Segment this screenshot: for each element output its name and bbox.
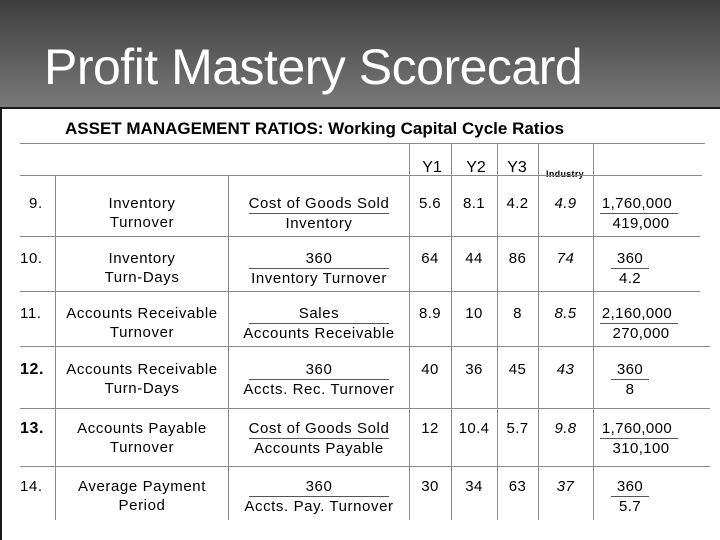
ratio-name-line2: Turn-Days [104,269,180,286]
value-y1: 30 [421,478,439,495]
ratio-name-line1: Accounts Receivable [66,305,218,322]
formula-denominator: Accts. Pay. Turnover [244,498,394,515]
value-industry: 4.9 [554,195,577,212]
value-y3: 86 [508,250,527,267]
calculation-fraction: 1,760,000 310,100 [592,419,682,458]
value-industry: 8.5 [554,305,577,322]
table-row-divider [20,175,702,176]
table-row-divider [20,291,700,292]
calculation-fraction: 360 4.2 [598,249,662,288]
table-row-divider [20,236,700,237]
ratio-name-line2: Period [118,497,166,514]
calc-numerator: 2,160,000 [601,305,673,322]
value-y2: 10.4 [458,420,490,437]
ratio-name-line2: Turn-Days [104,380,180,397]
ratio-name-line2: Turnover [109,214,175,231]
value-y1: 8.9 [418,305,442,322]
calc-denominator: 310,100 [612,440,670,457]
calc-denominator: 419,000 [612,215,670,232]
table-row-divider [20,143,705,144]
left-border [0,107,2,540]
formula-fraction: Cost of Goods Sold Accounts Payable [229,419,409,458]
ratio-name-line1: Inventory [108,250,176,267]
value-y1: 40 [421,361,439,378]
row-number: 10. [20,250,43,267]
calc-numerator: 360 [616,361,644,378]
calc-denominator: 5.7 [618,498,642,515]
table-row-divider [20,466,710,467]
table-row-divider [20,346,710,347]
value-industry: 9.8 [554,420,577,437]
calculation-fraction: 2,160,000 270,000 [592,304,682,343]
formula-fraction: 360 Inventory Turnover [229,249,409,288]
row-number: 11. [20,305,42,322]
value-y1: 12 [421,420,439,437]
formula-numerator: 360 [305,250,333,267]
slide-title: Profit Mastery Scorecard [44,39,583,95]
formula-denominator: Accounts Payable [254,440,384,457]
ratio-name-line2: Turnover [109,439,175,456]
slide-header: Profit Mastery Scorecard [0,0,720,109]
calc-denominator: 4.2 [618,270,642,287]
ratio-name-line1: Inventory [108,195,176,212]
ratio-name-line2: Turnover [109,324,175,341]
calculation-fraction: 1,760,000 419,000 [592,194,682,233]
value-y3: 45 [508,361,527,378]
ratio-name-line1: Accounts Payable [77,420,207,437]
formula-numerator: Sales [298,305,340,322]
value-industry: 37 [556,478,575,495]
calc-denominator: 8 [625,381,635,398]
formula-numerator: 360 [305,478,333,495]
value-y2: 36 [465,361,483,378]
ratio-name-line1: Accounts Receivable [66,361,218,378]
value-y3: 63 [508,478,527,495]
value-y3: 8 [513,305,522,322]
ratio-name-line1: Average Payment [78,478,206,495]
formula-fraction: 360 Accts. Pay. Turnover [229,477,409,516]
row-number: 12. [20,361,45,378]
value-industry: 43 [556,361,575,378]
formula-denominator: Accts. Rec. Turnover [243,381,395,398]
formula-denominator: Accounts Receivable [243,325,395,342]
formula-numerator: Cost of Goods Sold [248,195,390,212]
value-y2: 34 [465,478,483,495]
calc-numerator: 360 [616,478,644,495]
formula-numerator: Cost of Goods Sold [248,420,390,437]
calc-numerator: 1,760,000 [601,420,673,437]
value-y3: 5.7 [506,420,529,437]
value-industry: 74 [556,250,575,267]
formula-denominator: Inventory [285,215,353,232]
formula-fraction: 360 Accts. Rec. Turnover [229,360,409,399]
value-y1: 64 [421,250,439,267]
row-number: 14. [20,478,43,495]
value-y2: 10 [465,305,483,322]
formula-denominator: Inventory Turnover [251,270,387,287]
value-y2: 8.1 [462,195,486,212]
section-subtitle: ASSET MANAGEMENT RATIOS: Working Capital… [65,119,565,138]
value-y2: 44 [465,250,483,267]
value-y1: 5.6 [418,195,442,212]
value-y3: 4.2 [506,195,529,212]
calculation-fraction: 360 8 [598,360,662,399]
formula-fraction: Sales Accounts Receivable [229,304,409,343]
calc-numerator: 360 [616,250,644,267]
formula-fraction: Cost of Goods Sold Inventory [229,194,409,233]
calculation-fraction: 360 5.7 [598,477,662,516]
formula-numerator: 360 [305,361,333,378]
table-row-divider [20,408,710,409]
calc-numerator: 1,760,000 [601,195,673,212]
calc-denominator: 270,000 [612,325,670,342]
row-number: 13. [20,420,45,437]
